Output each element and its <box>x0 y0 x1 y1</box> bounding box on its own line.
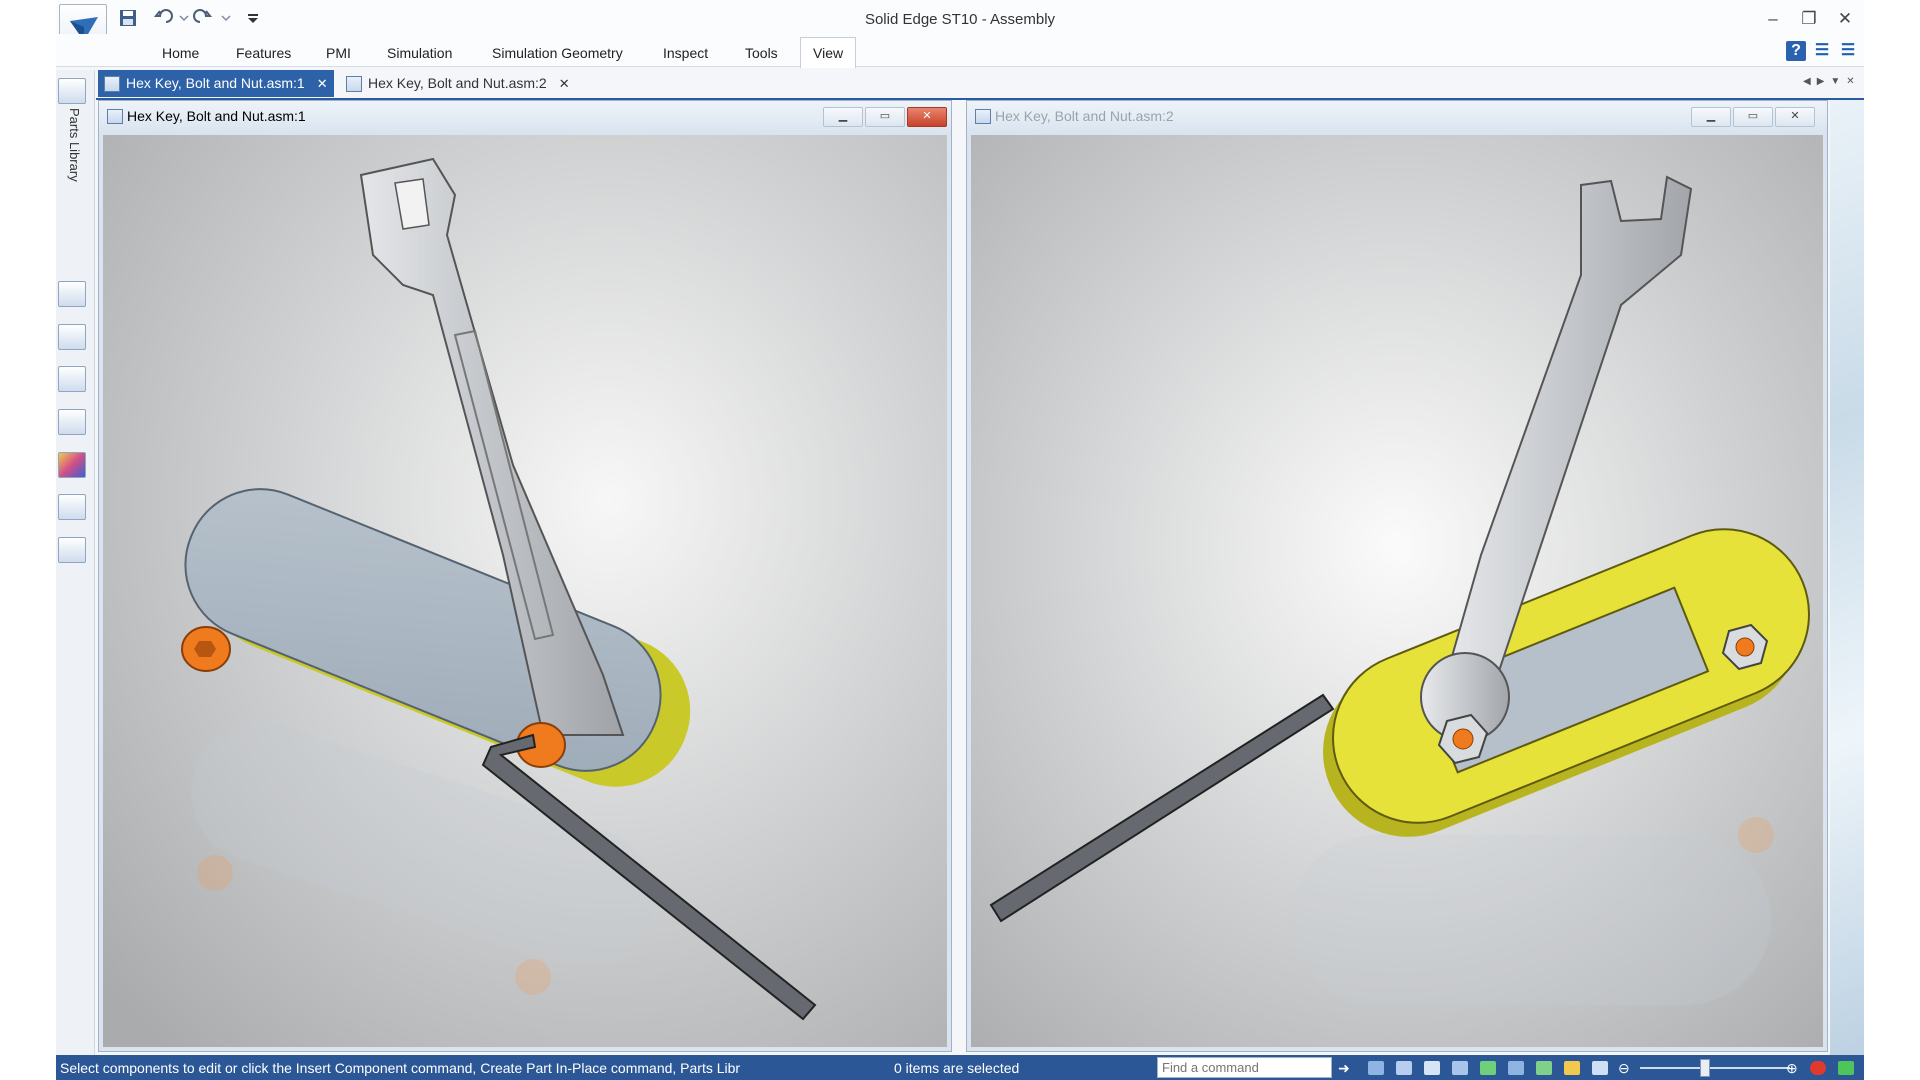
maximize-icon[interactable]: ▭ <box>1733 107 1773 127</box>
assembly-doc-icon <box>346 75 362 92</box>
color-manager-icon[interactable] <box>58 452 86 478</box>
restore-icon[interactable]: ❐ <box>1794 8 1824 30</box>
assembly-doc-icon <box>104 75 120 92</box>
pan-icon[interactable] <box>1452 1061 1468 1075</box>
background-graphic <box>1830 100 1864 1055</box>
window-title: Solid Edge ST10 - Assembly <box>864 11 1056 28</box>
select-tools-icon[interactable] <box>58 494 86 520</box>
close-icon[interactable]: ✕ <box>1830 8 1860 30</box>
tab-simulation[interactable]: Simulation <box>375 40 464 66</box>
ribbon-options-icon[interactable]: ☰ <box>1812 41 1832 61</box>
window-1-title: Hex Key, Bolt and Nut.asm:1 <box>127 108 306 124</box>
window-2-title: Hex Key, Bolt and Nut.asm:2 <box>995 108 1174 124</box>
selection-count: 0 items are selected <box>894 1060 1020 1076</box>
view-orientation-icon[interactable] <box>1536 1061 1552 1075</box>
graphics-viewport-2[interactable] <box>971 135 1823 1047</box>
doc-tab-2[interactable]: Hex Key, Bolt and Nut.asm:2 ✕ <box>340 70 576 97</box>
zoom-in-icon[interactable]: ⊕ <box>1786 1061 1802 1075</box>
close-tab-icon[interactable]: ✕ <box>317 70 328 97</box>
status-message: Select components to edit or click the I… <box>60 1060 741 1076</box>
zoom-out-icon[interactable]: ⊖ <box>1618 1061 1634 1075</box>
tab-home[interactable]: Home <box>150 40 211 66</box>
fit-icon[interactable] <box>1424 1061 1440 1075</box>
minimize-icon[interactable]: ▁ <box>823 107 863 127</box>
tab-pmi[interactable]: PMI <box>314 40 363 66</box>
rotate-icon[interactable] <box>1480 1061 1496 1075</box>
doc-tab-1-label: Hex Key, Bolt and Nut.asm:1 <box>126 75 305 91</box>
command-finder-input[interactable] <box>1157 1057 1332 1078</box>
layers-icon[interactable] <box>58 324 86 350</box>
maximize-icon[interactable]: ▭ <box>865 107 905 127</box>
bolt-head-1 <box>181 626 231 672</box>
close-icon[interactable]: ✕ <box>907 107 947 127</box>
spin-about-icon[interactable] <box>1508 1061 1524 1075</box>
assembly-3d-view-2 <box>971 135 1823 1047</box>
minimize-icon[interactable]: ▁ <box>1691 107 1731 127</box>
minimize-icon[interactable]: – <box>1758 8 1788 30</box>
document-window-1: Hex Key, Bolt and Nut.asm:1 ▁ ▭ ✕ <box>98 100 952 1052</box>
select-icon[interactable] <box>1592 1061 1608 1075</box>
parts-library-label: Parts Library <box>67 108 82 182</box>
parts-library-icon[interactable] <box>58 78 86 104</box>
appearance-icon[interactable] <box>58 366 86 392</box>
upload-icon[interactable] <box>1838 1061 1854 1075</box>
pathfinder-icon[interactable] <box>58 281 86 307</box>
graphics-viewport-1[interactable] <box>103 135 947 1047</box>
zoom-slider-track[interactable] <box>1640 1067 1790 1069</box>
tab-view[interactable]: View <box>800 37 857 68</box>
named-views-icon[interactable] <box>1564 1061 1580 1075</box>
feature-library-icon[interactable] <box>58 537 86 563</box>
stop-icon[interactable] <box>1810 1061 1826 1075</box>
doc-tab-1[interactable]: Hex Key, Bolt and Nut.asm:1 ✕ <box>98 70 334 97</box>
document-window-2: Hex Key, Bolt and Nut.asm:2 ▁ ▭ ✕ <box>966 100 1828 1052</box>
tab-tools[interactable]: Tools <box>733 40 790 66</box>
help-search-icon[interactable] <box>58 409 86 435</box>
tab-scroll-icons[interactable]: ◀▶▼✕ <box>1803 76 1861 87</box>
close-icon[interactable]: ✕ <box>1775 107 1815 127</box>
go-arrow-icon[interactable]: ➜ <box>1338 1061 1354 1075</box>
zoom-area-icon[interactable] <box>1368 1061 1384 1075</box>
doc-tab-2-label: Hex Key, Bolt and Nut.asm:2 <box>368 75 547 91</box>
zoom-slider-thumb[interactable] <box>1700 1059 1710 1077</box>
close-tab-icon[interactable]: ✕ <box>559 70 570 97</box>
window-list-icon[interactable]: ☰ <box>1838 41 1858 61</box>
zoom-icon[interactable] <box>1396 1061 1412 1075</box>
assembly-3d-view <box>103 135 947 1047</box>
assembly-doc-icon <box>107 109 123 124</box>
help-icon[interactable]: ? <box>1786 41 1806 61</box>
tab-simulation-geometry[interactable]: Simulation Geometry <box>480 40 635 66</box>
assembly-doc-icon <box>975 109 991 124</box>
tab-inspect[interactable]: Inspect <box>651 40 720 66</box>
parts-library-tab[interactable]: Parts Library <box>58 108 88 198</box>
tab-features[interactable]: Features <box>224 40 303 66</box>
